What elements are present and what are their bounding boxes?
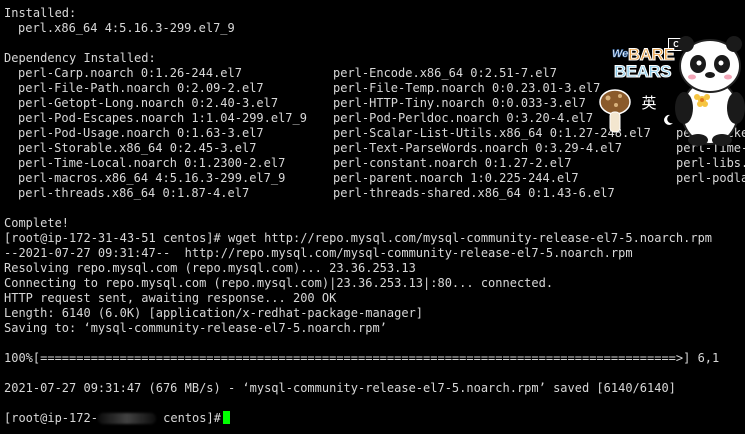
shell-prompt-start: [root@ip-172- bbox=[4, 411, 98, 425]
we-bare-bears-sticker: CN We BARE BEARS 英 bbox=[596, 28, 745, 146]
dependency-item: perl-libs. bbox=[676, 156, 745, 170]
saved-line: 2021-07-27 09:31:47 (676 MB/s) - ‘mysql-… bbox=[4, 381, 676, 395]
saving-line: Saving to: ‘mysql-community-release-el7-… bbox=[4, 321, 387, 335]
command-line: [root@ip-172-31-43-51 centos]# wget http… bbox=[4, 231, 712, 246]
dependency-header: Dependency Installed: bbox=[4, 51, 156, 65]
dependency-item: perl-Pod-Perldoc.noarch 0:3.20-4.el7 bbox=[333, 111, 594, 125]
wget-timestamp-line: --2021-07-27 09:31:47-- http://repo.mysq… bbox=[4, 246, 633, 260]
dependency-item: perl-Carp.noarch 0:1.26-244.el7 bbox=[18, 66, 242, 80]
installed-header: Installed: bbox=[4, 6, 77, 20]
dependency-item: perl-macros.x86_64 4:5.16.3-299.el7_9 bbox=[18, 171, 286, 185]
dependency-item: perl-File-Path.noarch 0:2.09-2.el7 bbox=[18, 81, 264, 95]
dependency-item: perl-constant.noarch 0:1.27-2.el7 bbox=[333, 156, 572, 170]
command-text: wget http://repo.mysql.com/mysql-communi… bbox=[227, 231, 713, 245]
dependency-item: perl-threads.x86_64 0:1.87-4.el7 bbox=[18, 186, 250, 200]
shell-prompt: [root@ip-172-31-43-51 centos]# bbox=[4, 231, 221, 245]
resolving-line: Resolving repo.mysql.com (repo.mysql.com… bbox=[4, 261, 416, 275]
dependency-item: perl-Time-Local.noarch 0:1.2300-2.el7 bbox=[18, 156, 286, 170]
dependency-item: perl-threads-shared.x86_64 0:1.43-6.el7 bbox=[333, 186, 615, 200]
dependency-item: perl-Encode.x86_64 0:2.51-7.el7 bbox=[333, 66, 557, 80]
progress-bar-line: 100%[===================================… bbox=[4, 351, 720, 365]
dependency-item: perl-parent.noarch 1:0.225-244.el7 bbox=[333, 171, 579, 185]
logo-we-text: We bbox=[612, 48, 629, 61]
dependency-item: perl-Pod-Escapes.noarch 1:1.04-299.el7_9 bbox=[18, 111, 307, 125]
dependency-item: perl-Storable.x86_64 0:2.45-3.el7 bbox=[18, 141, 257, 155]
installed-item: perl.x86_64 4:5.16.3-299.el7_9 bbox=[18, 21, 235, 35]
complete-message: Complete! bbox=[4, 216, 70, 230]
dependency-item: perl-Getopt-Long.noarch 0:2.40-3.el7 bbox=[18, 96, 279, 110]
terminal-cursor[interactable] bbox=[222, 411, 230, 424]
dependency-item: perl-Text-ParseWords.noarch 0:3.29-4.el7 bbox=[333, 141, 622, 155]
dependency-item: perl-File-Temp.noarch 0:0.23.01-3.el7 bbox=[333, 81, 601, 95]
terminal-window[interactable]: Installed: perl.x86_64 4:5.16.3-299.el7_… bbox=[0, 0, 745, 434]
dependency-item: perl-HTTP-Tiny.noarch 0:0.033-3.el7 bbox=[333, 96, 586, 110]
language-indicator: 英 bbox=[641, 94, 657, 112]
dependency-item: perl-Pod-Usage.noarch 0:1.63-3.el7 bbox=[18, 126, 264, 140]
length-line: Length: 6140 (6.0K) [application/x-redha… bbox=[4, 306, 424, 320]
mushroom-icon bbox=[599, 89, 631, 133]
dependency-item: perl-podla bbox=[676, 171, 745, 185]
redacted-ip bbox=[97, 413, 156, 424]
panda-icon bbox=[675, 36, 745, 146]
final-prompt-line[interactable]: [root@ip-172- centos]# bbox=[4, 411, 230, 426]
shell-prompt-end: centos]# bbox=[155, 411, 221, 425]
http-response-line: HTTP request sent, awaiting response... … bbox=[4, 291, 337, 305]
connecting-line: Connecting to repo.mysql.com (repo.mysql… bbox=[4, 276, 554, 290]
logo-bears-text: BEARS bbox=[613, 62, 672, 82]
